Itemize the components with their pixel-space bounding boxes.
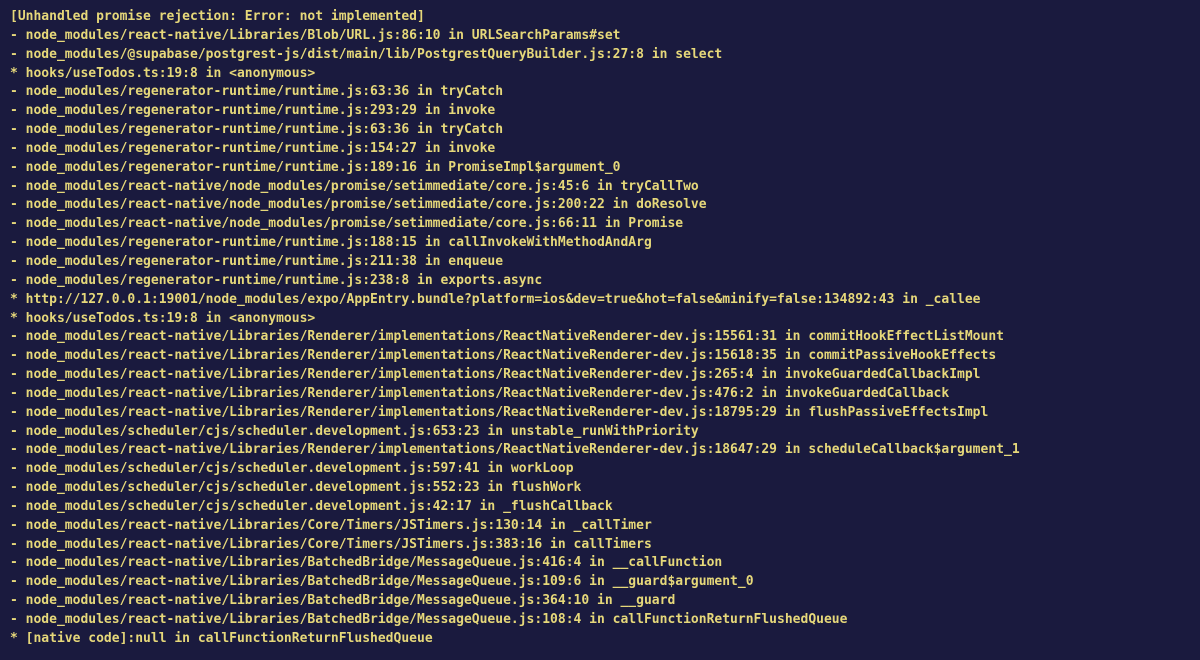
stack-trace-line: - node_modules/react-native/Libraries/Ba…	[10, 611, 1190, 630]
stack-trace-line: - node_modules/react-native/Libraries/Re…	[10, 404, 1190, 423]
stack-trace-line: - node_modules/react-native/Libraries/Re…	[10, 385, 1190, 404]
stack-trace-line: * hooks/useTodos.ts:19:8 in <anonymous>	[10, 310, 1190, 329]
error-header: [Unhandled promise rejection: Error: not…	[10, 8, 1190, 27]
stack-trace-line: - node_modules/regenerator-runtime/runti…	[10, 272, 1190, 291]
stack-trace-line: - node_modules/react-native/Libraries/Bl…	[10, 27, 1190, 46]
stack-trace-line: - node_modules/react-native/Libraries/Ba…	[10, 592, 1190, 611]
stack-trace-line: - node_modules/regenerator-runtime/runti…	[10, 159, 1190, 178]
stack-trace-line: - node_modules/react-native/Libraries/Re…	[10, 328, 1190, 347]
stack-trace-line: - node_modules/react-native/Libraries/Co…	[10, 517, 1190, 536]
stack-trace-line: - node_modules/react-native/Libraries/Ba…	[10, 573, 1190, 592]
stack-trace-line: - node_modules/regenerator-runtime/runti…	[10, 102, 1190, 121]
stack-trace-line: - node_modules/react-native/Libraries/Re…	[10, 441, 1190, 460]
stack-trace-line: - node_modules/regenerator-runtime/runti…	[10, 234, 1190, 253]
stack-trace-line: * hooks/useTodos.ts:19:8 in <anonymous>	[10, 65, 1190, 84]
stack-trace-line: - node_modules/scheduler/cjs/scheduler.d…	[10, 479, 1190, 498]
stack-trace-line: - node_modules/react-native/Libraries/Re…	[10, 366, 1190, 385]
stack-trace-line: - node_modules/regenerator-runtime/runti…	[10, 253, 1190, 272]
stack-trace-line: - node_modules/regenerator-runtime/runti…	[10, 121, 1190, 140]
stack-trace-line: - node_modules/react-native/Libraries/Co…	[10, 536, 1190, 555]
stack-trace-line: - node_modules/react-native/node_modules…	[10, 215, 1190, 234]
stack-trace-line: - node_modules/scheduler/cjs/scheduler.d…	[10, 423, 1190, 442]
stack-trace-line: - node_modules/react-native/Libraries/Ba…	[10, 554, 1190, 573]
stack-trace-line: - node_modules/react-native/node_modules…	[10, 178, 1190, 197]
stack-trace-line: * http://127.0.0.1:19001/node_modules/ex…	[10, 291, 1190, 310]
stack-trace-line: - node_modules/@supabase/postgrest-js/di…	[10, 46, 1190, 65]
stack-trace-line: - node_modules/regenerator-runtime/runti…	[10, 83, 1190, 102]
stack-trace-line: - node_modules/scheduler/cjs/scheduler.d…	[10, 460, 1190, 479]
stack-trace-line: - node_modules/react-native/Libraries/Re…	[10, 347, 1190, 366]
stack-trace-line: * [native code]:null in callFunctionRetu…	[10, 630, 1190, 649]
stack-trace-line: - node_modules/scheduler/cjs/scheduler.d…	[10, 498, 1190, 517]
stack-trace-line: - node_modules/regenerator-runtime/runti…	[10, 140, 1190, 159]
stack-trace-line: - node_modules/react-native/node_modules…	[10, 196, 1190, 215]
stack-trace-container: - node_modules/react-native/Libraries/Bl…	[10, 27, 1190, 649]
